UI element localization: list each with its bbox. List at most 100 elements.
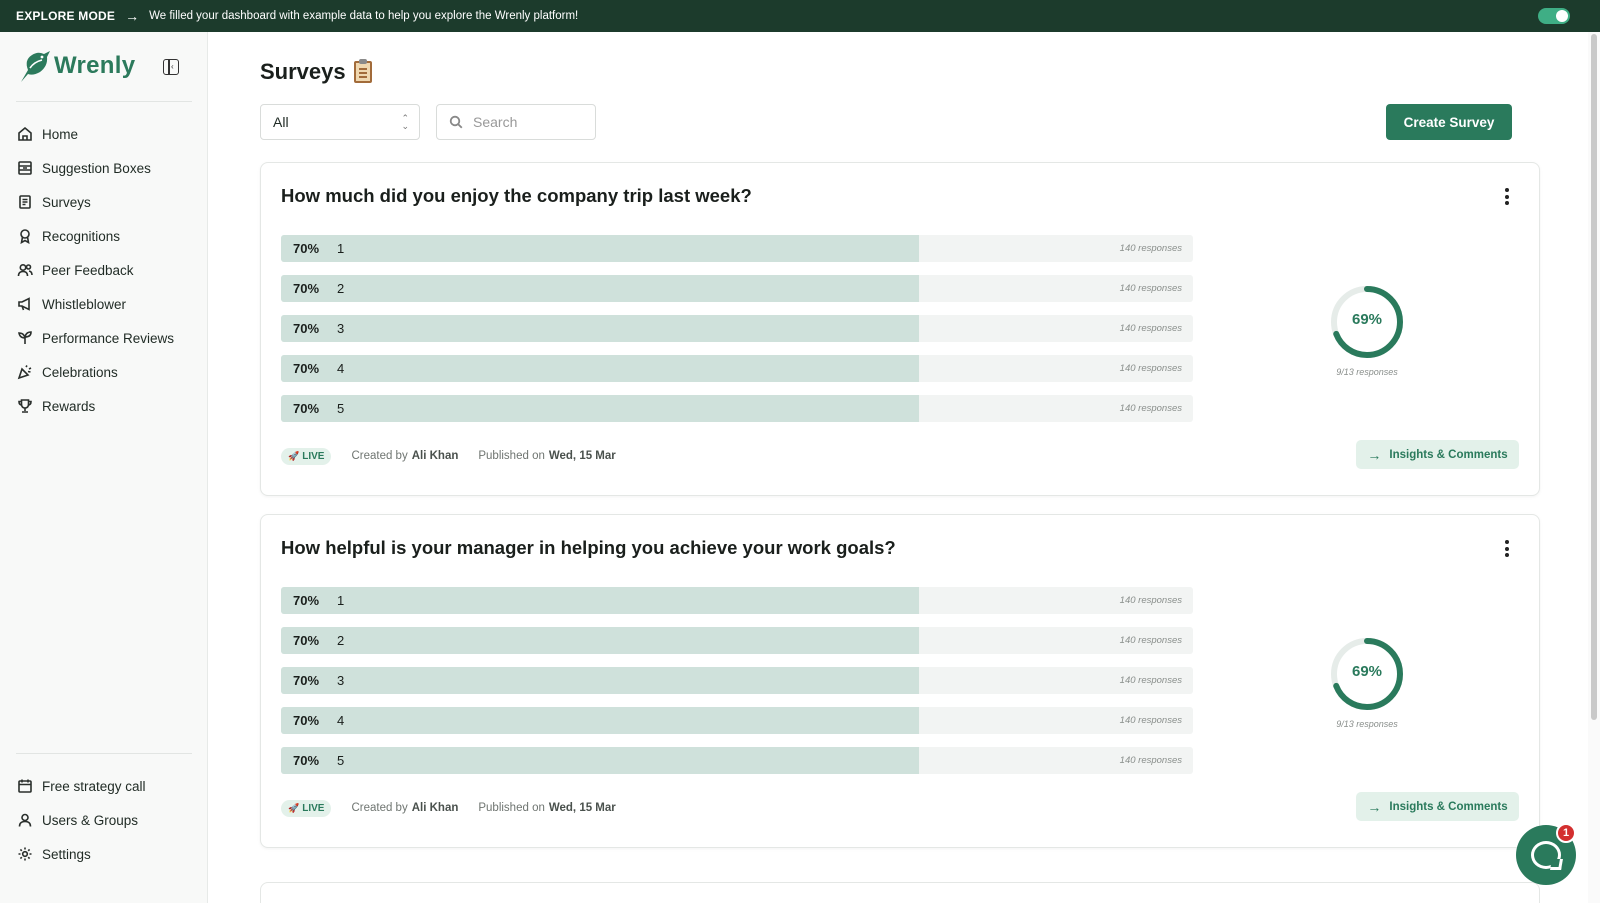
sidebar-item-celebrations[interactable]: Celebrations (16, 355, 196, 389)
sidebar-item-label: Free strategy call (42, 778, 146, 794)
sidebar-item-rewards[interactable]: Rewards (16, 389, 196, 423)
sidebar-collapse-icon[interactable]: ‹ (163, 59, 179, 75)
sidebar-item-peer-feedback[interactable]: Peer Feedback (16, 253, 196, 287)
option-percent: 70% (293, 593, 320, 608)
chat-bubble-icon (1531, 841, 1561, 869)
created-by-name: Ali Khan (411, 802, 459, 814)
survey-icon (16, 193, 34, 211)
option-bar: 70% 3 140 responses (281, 667, 1193, 694)
create-survey-button[interactable]: Create Survey (1386, 104, 1512, 140)
insights-comments-button[interactable]: → Insights & Comments (1356, 440, 1519, 469)
option-responses: 140 responses (1119, 323, 1182, 334)
published-on-date: Wed, 15 Mar (548, 802, 616, 814)
survey-filter-select[interactable]: All ⌃ ⌄ (260, 104, 420, 140)
award-icon (16, 227, 34, 245)
option-label: 1 (337, 241, 345, 256)
completion-percent: 69% (1351, 311, 1383, 328)
insights-comments-label: Insights & Comments (1389, 800, 1508, 813)
wren-bird-icon (21, 51, 50, 82)
page-title: Surveys (260, 59, 372, 85)
explore-mode-toggle[interactable] (1538, 8, 1570, 24)
status-text: LIVE (302, 450, 325, 462)
option-bar: 70% 1 140 responses (281, 587, 1193, 614)
option-responses: 140 responses (1119, 635, 1182, 646)
option-bar-fill (281, 395, 920, 422)
chat-unread-badge: 1 (1556, 823, 1576, 843)
option-percent: 70% (293, 713, 320, 728)
sidebar-item-suggestion-boxes[interactable]: Suggestion Boxes (16, 151, 196, 185)
sidebar-bottom-nav: Free strategy call Users & Groups Settin… (16, 769, 196, 871)
option-label: 4 (337, 713, 345, 728)
option-bar: 70% 5 140 responses (281, 747, 1193, 774)
sidebar-item-surveys[interactable]: Surveys (16, 185, 196, 219)
option-label: 2 (337, 281, 345, 296)
option-bar: 70% 2 140 responses (281, 275, 1193, 302)
option-bar: 70% 1 140 responses (281, 235, 1193, 262)
sidebar-nav: Home Suggestion Boxes Surveys Recognitio… (16, 117, 196, 423)
option-bar-fill (281, 315, 920, 342)
option-percent: 70% (293, 401, 320, 416)
sidebar-item-label: Performance Reviews (42, 330, 175, 346)
published-on-label: Published on (478, 802, 545, 814)
sidebar-item-label: Suggestion Boxes (42, 160, 151, 176)
option-label: 2 (337, 633, 345, 648)
option-bar-fill (281, 355, 920, 382)
option-percent: 70% (293, 241, 320, 256)
survey-title: How much did you enjoy the company trip … (281, 185, 752, 206)
survey-meta: 🚀 LIVE Created by Ali Khan Published on W… (281, 447, 636, 465)
published-on-date: Wed, 15 Mar (548, 450, 616, 462)
option-bar-fill (281, 707, 920, 734)
gear-icon (16, 845, 34, 863)
search-input[interactable] (473, 114, 583, 130)
sidebar-item-whistleblower[interactable]: Whistleblower (16, 287, 196, 321)
search-box (436, 104, 596, 140)
scrollbar-thumb[interactable] (1591, 34, 1597, 720)
option-bar-fill (281, 275, 920, 302)
survey-results: 70% 1 140 responses 70% 2 140 responses 70% 3… (281, 587, 1193, 787)
home-icon (16, 125, 34, 143)
inbox-icon (16, 159, 34, 177)
survey-card: How much did you enjoy the company trip … (260, 162, 1540, 496)
rocket-icon: 🚀 (288, 802, 300, 813)
main-content: Surveys All ⌃⌄ Create Survey How much di… (260, 32, 1540, 903)
more-options-icon[interactable] (1505, 540, 1509, 560)
more-options-icon[interactable] (1505, 188, 1509, 208)
option-label: 3 (337, 673, 345, 688)
created-by-name: Ali Khan (411, 450, 459, 462)
sidebar-item-home[interactable]: Home (16, 117, 196, 151)
sidebar-item-label: Recognitions (42, 228, 121, 244)
page-scrollbar[interactable] (1588, 32, 1600, 903)
sidebar-item-label: Rewards (42, 398, 96, 414)
wrenly-logo[interactable]: Wrenly (18, 48, 135, 84)
insights-comments-button[interactable]: → Insights & Comments (1356, 792, 1519, 821)
sidebar-divider (16, 753, 192, 754)
option-percent: 70% (293, 361, 320, 376)
option-bar: 70% 2 140 responses (281, 627, 1193, 654)
clipboard-icon (353, 59, 372, 83)
insights-comments-label: Insights & Comments (1389, 448, 1508, 461)
sidebar-item-free-strategy-call[interactable]: Free strategy call (16, 769, 196, 803)
chevron-up-down-icon: ⌃ ⌄ (401, 113, 409, 131)
option-responses: 140 responses (1119, 363, 1182, 374)
option-responses: 140 responses (1119, 755, 1182, 766)
completion-responses: 9/13 responses (1336, 367, 1398, 377)
sidebar-item-recognitions[interactable]: Recognitions (16, 219, 196, 253)
option-bar: 70% 3 140 responses (281, 315, 1193, 342)
sidebar: Wrenly ‹ Home Suggestion Boxes Surveys R… (0, 32, 208, 903)
status-badge: 🚀 LIVE (281, 447, 332, 465)
calendar-icon (16, 777, 34, 795)
option-bar: 70% 4 140 responses (281, 707, 1193, 734)
sidebar-item-performance-reviews[interactable]: Performance Reviews (16, 321, 196, 355)
option-responses: 140 responses (1119, 283, 1182, 294)
arrow-right-icon: → (125, 8, 140, 24)
sidebar-item-settings[interactable]: Settings (16, 837, 196, 871)
option-percent: 70% (293, 321, 320, 336)
explore-mode-banner: EXPLORE MODE → We filled your dashboard … (0, 0, 1600, 32)
created-by-label: Created by (351, 802, 408, 814)
sidebar-item-label: Settings (42, 846, 91, 862)
users-icon (16, 261, 34, 279)
option-bar-fill (281, 667, 920, 694)
chat-launcher-button[interactable]: 1 (1516, 823, 1576, 885)
megaphone-icon (16, 295, 34, 313)
sidebar-item-users-groups[interactable]: Users & Groups (16, 803, 196, 837)
